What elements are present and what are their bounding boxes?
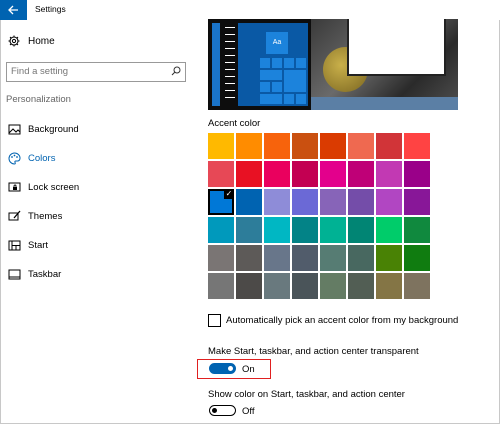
nav-home[interactable]: Home: [8, 34, 193, 50]
accent-swatch[interactable]: [348, 245, 374, 271]
accent-swatch[interactable]: [376, 217, 402, 243]
auto-pick-checkbox[interactable]: [208, 314, 221, 327]
toggle-knob: [228, 366, 233, 371]
sidebar-item-label: Background: [28, 124, 79, 135]
search-icon[interactable]: [171, 66, 181, 76]
accent-swatch[interactable]: [236, 273, 262, 299]
accent-swatch[interactable]: [264, 245, 290, 271]
accent-swatch[interactable]: [292, 245, 318, 271]
accent-swatch[interactable]: [236, 217, 262, 243]
preview-taskbar: [212, 23, 220, 106]
accent-swatch[interactable]: [264, 217, 290, 243]
toggle-knob: [212, 407, 217, 413]
checkmark-icon: ✓: [224, 189, 234, 199]
accent-swatch[interactable]: [404, 273, 430, 299]
picture-icon: [8, 124, 21, 135]
accent-swatch[interactable]: [348, 273, 374, 299]
show-color-title: Show color on Start, taskbar, and action…: [208, 389, 405, 400]
sidebar-item-label: Themes: [28, 211, 63, 222]
transparent-toggle[interactable]: [209, 363, 236, 374]
accent-swatch[interactable]: [292, 161, 318, 187]
accent-swatch[interactable]: [292, 133, 318, 159]
accent-swatch[interactable]: [292, 273, 318, 299]
search-box[interactable]: [6, 62, 186, 82]
accent-swatch[interactable]: [404, 245, 430, 271]
accent-swatch[interactable]: [264, 273, 290, 299]
accent-swatch[interactable]: ✓: [208, 189, 234, 215]
accent-swatch[interactable]: [376, 161, 402, 187]
accent-swatch[interactable]: [404, 217, 430, 243]
preview-window: [347, 19, 446, 76]
accent-swatch[interactable]: [292, 189, 318, 215]
accent-swatch[interactable]: [320, 189, 346, 215]
accent-swatch[interactable]: [236, 189, 262, 215]
palette-icon: [8, 152, 21, 165]
theme-preview: Aa: [208, 19, 458, 110]
accent-swatch[interactable]: [208, 217, 234, 243]
accent-swatch[interactable]: [348, 217, 374, 243]
preview-tile: Aa: [266, 32, 288, 54]
accent-swatch[interactable]: [320, 133, 346, 159]
start-grid-icon: [8, 240, 21, 251]
title-bar: Settings: [0, 0, 500, 20]
sidebar-item-label: Start: [28, 240, 49, 251]
accent-swatch[interactable]: [320, 161, 346, 187]
auto-pick-label: Automatically pick an accent color from …: [226, 315, 459, 326]
accent-swatch[interactable]: [348, 161, 374, 187]
sidebar-item-taskbar[interactable]: Taskbar: [8, 266, 193, 284]
accent-swatch[interactable]: [404, 133, 430, 159]
arrow-left-icon: [8, 5, 18, 15]
sidebar-item-colors[interactable]: Colors: [8, 150, 193, 168]
brush-icon: [8, 210, 21, 221]
accent-color-title: Accent color: [208, 118, 261, 129]
accent-swatch[interactable]: [208, 245, 234, 271]
sidebar-item-lock-screen[interactable]: Lock screen: [8, 179, 193, 197]
accent-swatch[interactable]: [404, 189, 430, 215]
nav-home-label: Home: [28, 36, 55, 47]
accent-swatch[interactable]: [208, 133, 234, 159]
sidebar-item-themes[interactable]: Themes: [8, 208, 193, 226]
accent-swatch[interactable]: [376, 245, 402, 271]
accent-swatch[interactable]: [236, 161, 262, 187]
lock-screen-icon: [8, 182, 21, 192]
accent-swatch[interactable]: [376, 133, 402, 159]
accent-swatch[interactable]: [236, 133, 262, 159]
accent-swatch[interactable]: [320, 245, 346, 271]
sidebar-item-background[interactable]: Background: [8, 121, 193, 139]
accent-swatch[interactable]: [264, 189, 290, 215]
accent-swatch[interactable]: [236, 245, 262, 271]
accent-swatch[interactable]: [404, 161, 430, 187]
preview-wallpaper-strip: [311, 97, 458, 110]
accent-swatch[interactable]: [376, 273, 402, 299]
show-color-toggle[interactable]: [209, 405, 236, 416]
accent-swatch[interactable]: [208, 161, 234, 187]
taskbar-icon: [8, 269, 21, 280]
accent-swatch[interactable]: [320, 273, 346, 299]
sidebar-item-label: Lock screen: [28, 182, 80, 193]
app-title: Settings: [35, 4, 66, 14]
accent-swatch[interactable]: [264, 161, 290, 187]
transparent-title: Make Start, taskbar, and action center t…: [208, 346, 419, 357]
gear-icon: [8, 35, 20, 47]
accent-swatch[interactable]: [348, 133, 374, 159]
sidebar-item-label: Colors: [28, 153, 56, 164]
sidebar-item-label: Taskbar: [28, 269, 62, 280]
sidebar-item-start[interactable]: Start: [8, 237, 193, 255]
back-button[interactable]: [0, 0, 27, 20]
accent-swatch[interactable]: [320, 217, 346, 243]
accent-swatch[interactable]: [208, 273, 234, 299]
sidebar: Home Personalization Background Colors L…: [0, 20, 200, 424]
section-title: Personalization: [6, 94, 71, 105]
accent-swatch[interactable]: [292, 217, 318, 243]
transparent-state-label: On: [242, 364, 255, 375]
accent-swatch[interactable]: [264, 133, 290, 159]
accent-swatch[interactable]: [376, 189, 402, 215]
accent-swatch[interactable]: [348, 189, 374, 215]
search-input[interactable]: [11, 65, 161, 77]
show-color-state-label: Off: [242, 406, 255, 417]
